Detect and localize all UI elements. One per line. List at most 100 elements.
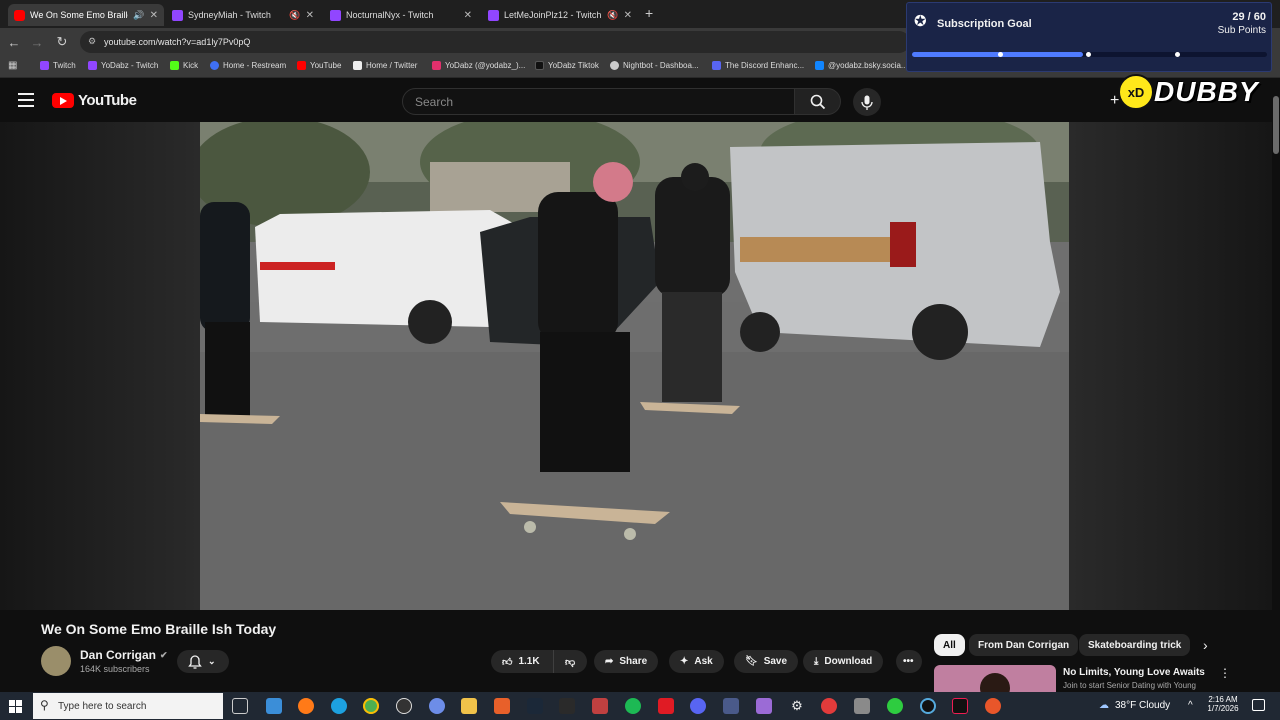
chevron-up-icon[interactable]: ^ (1188, 700, 1193, 711)
chip-all[interactable]: All (934, 634, 965, 656)
speaker-icon[interactable]: 🔇 (289, 10, 300, 21)
notification-center-icon[interactable] (1252, 699, 1265, 711)
firefox-icon[interactable] (298, 698, 314, 714)
chrome-icon[interactable] (363, 698, 379, 714)
back-arrow-icon[interactable]: ← (4, 32, 24, 52)
twitch-icon (88, 61, 97, 70)
new-tab-button[interactable]: + (645, 5, 653, 21)
epic-games-icon[interactable] (559, 698, 575, 714)
like-button[interactable]: 👍︎ 1.1K (491, 650, 553, 673)
bookmark-restream[interactable]: Home - Restream (210, 61, 286, 70)
bookmark-twitter[interactable]: Home / Twitter (353, 61, 417, 70)
tab-twitch-letmejoinplz12[interactable]: LetMeJoinPlz12 - Twitch 🔇 ✕ (482, 4, 638, 26)
xbox-icon[interactable] (887, 698, 903, 714)
ad-thumbnail[interactable] (934, 665, 1056, 692)
share-button[interactable]: ➦ Share (594, 650, 659, 673)
ad-title[interactable]: No Limits, Young Love Awaits (1063, 667, 1205, 678)
cloud-icon: ☁ (1099, 700, 1109, 711)
youtube-logo[interactable]: YouTube (52, 92, 137, 109)
video-frame-image (200, 122, 1069, 610)
ask-button[interactable]: ✦ Ask (669, 650, 724, 673)
bookmark-youtube[interactable]: YouTube (297, 61, 341, 70)
more-actions-button[interactable]: ••• (896, 650, 922, 673)
close-icon[interactable]: ✕ (624, 10, 632, 21)
page-scrollbar[interactable] (1272, 78, 1280, 692)
app-icon[interactable] (756, 698, 772, 714)
edge-icon[interactable] (331, 698, 347, 714)
app-icon[interactable] (429, 698, 445, 714)
app-icon[interactable] (854, 698, 870, 714)
bookmark-twitch[interactable]: Twitch (40, 61, 76, 70)
scrollbar-thumb[interactable] (1273, 96, 1279, 154)
channel-avatar[interactable] (41, 646, 71, 676)
discord-icon[interactable] (690, 698, 706, 714)
bookmark-kick[interactable]: Kick (170, 61, 198, 70)
dubby-logo-text: DUBBY (1154, 76, 1259, 107)
tab-label: We On Some Emo Braille Is (30, 10, 128, 20)
dislike-button[interactable]: 👎︎ (553, 650, 587, 673)
app-icon[interactable] (723, 698, 739, 714)
search-icon: ⚲ (40, 698, 49, 712)
app-icon[interactable] (658, 698, 674, 714)
copilot-icon[interactable] (266, 698, 282, 714)
chip-from-dan-corrigan[interactable]: From Dan Corrigan (969, 634, 1079, 656)
weather-widget[interactable]: ☁ 38°F Cloudy (1099, 700, 1170, 711)
clock[interactable]: 2:16 AM 1/7/2026 (1203, 695, 1243, 713)
forward-arrow-icon[interactable]: → (27, 32, 47, 52)
taskbar-search-input[interactable]: ⚲ Type here to search (33, 693, 223, 719)
settings-gear-icon[interactable]: ⚙ (789, 698, 805, 714)
chevron-right-icon[interactable]: › (1203, 637, 1208, 653)
goal-count: 29 / 60 (1232, 11, 1266, 23)
tab-youtube-video[interactable]: We On Some Emo Braille Is 🔊 ✕ (8, 4, 164, 26)
twitch-icon (40, 61, 49, 70)
goal-milestone-marker (1175, 52, 1180, 57)
x-twitter-icon (353, 61, 362, 70)
download-button[interactable]: ⤓ Download (803, 650, 884, 673)
tab-twitch-nocturnalnyx[interactable]: NocturnalNyx - Twitch ✕ (324, 4, 478, 26)
app-icon[interactable] (920, 698, 936, 714)
download-icon: ⤓ (814, 656, 819, 667)
bookmark-yodabz-twitch[interactable]: YoDabz - Twitch (88, 61, 158, 70)
channel-name[interactable]: Dan Corrigan (80, 648, 156, 662)
obs-icon[interactable] (396, 698, 412, 714)
save-button[interactable]: 🔖︎ Save (734, 650, 799, 673)
weather-text: 38°F Cloudy (1115, 700, 1171, 711)
windows-start-icon[interactable] (9, 700, 22, 713)
bookmark-bluesky[interactable]: @yodabz.bsky.socia... (815, 61, 908, 70)
site-info-icon[interactable]: ⚙ (88, 36, 96, 47)
app-icon[interactable] (592, 698, 608, 714)
bookmark-discord-enhancer[interactable]: The Discord Enhanc... (712, 61, 804, 70)
youtube-icon (297, 61, 306, 70)
voice-search-button[interactable] (853, 88, 881, 116)
chip-skateboarding-trick[interactable]: Skateboarding trick (1079, 634, 1191, 656)
menu-icon[interactable] (18, 93, 34, 107)
bookmark-instagram[interactable]: YoDabz (@yodabz_)... (432, 61, 525, 70)
speaker-icon[interactable]: 🔇 (607, 10, 618, 21)
notifications-button[interactable]: ⌄ (177, 650, 229, 673)
url-text: youtube.com/watch?v=ad1ly7Pv0pQ (104, 37, 251, 47)
speaker-icon[interactable]: 🔊 (133, 10, 144, 21)
verified-badge-icon: ✔ (160, 649, 168, 660)
bookmark-nightbot[interactable]: Nightbot - Dashboa... (610, 61, 699, 70)
close-icon[interactable]: ✕ (306, 10, 314, 21)
steam-icon[interactable] (527, 698, 543, 714)
reload-icon[interactable]: ↻ (52, 32, 72, 52)
video-player[interactable] (200, 122, 1069, 610)
search-input[interactable]: Search (402, 88, 795, 115)
app-icon[interactable] (985, 698, 1001, 714)
app-icon[interactable] (821, 698, 837, 714)
tab-twitch-sydneymiah[interactable]: SydneyMiah - Twitch 🔇 ✕ (166, 4, 320, 26)
file-explorer-icon[interactable] (461, 698, 477, 714)
close-icon[interactable]: ✕ (150, 10, 158, 21)
apps-grid-icon[interactable]: ▦ (8, 60, 17, 71)
app-icon[interactable] (494, 698, 510, 714)
url-input[interactable]: ⚙ youtube.com/watch?v=ad1ly7Pv0pQ (80, 31, 910, 53)
spotify-icon[interactable] (625, 698, 641, 714)
close-icon[interactable]: ✕ (464, 10, 472, 21)
tiktok-icon[interactable] (952, 698, 968, 714)
discord-icon (712, 61, 721, 70)
task-view-icon[interactable] (232, 698, 248, 714)
bookmark-tiktok[interactable]: YoDabz Tiktok (535, 61, 599, 70)
search-button[interactable] (795, 88, 841, 115)
more-vertical-icon[interactable]: ⋮ (1219, 666, 1231, 680)
